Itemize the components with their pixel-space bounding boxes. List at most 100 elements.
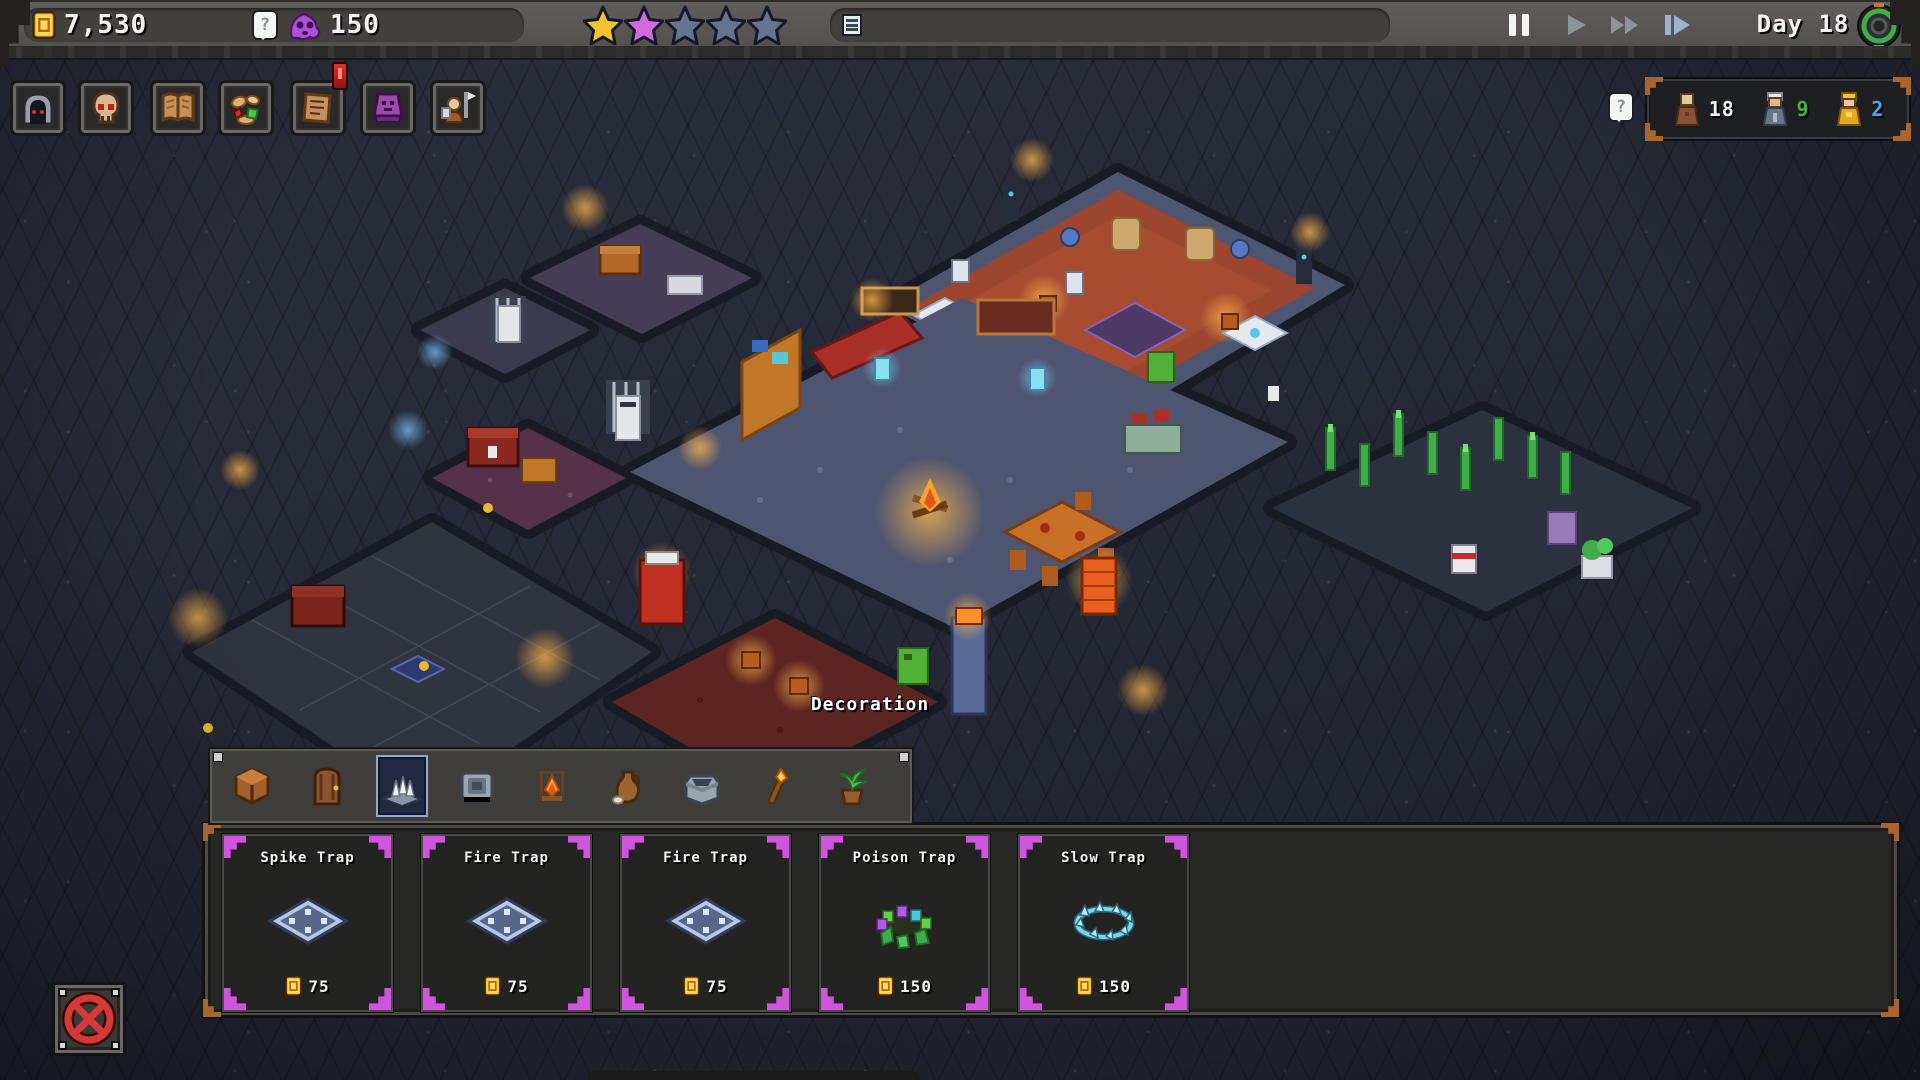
game-screen: Decoration 7,530 ? 150 Day 18 ? 18 9 2 S… bbox=[0, 0, 1920, 1080]
pause-icon bbox=[1509, 14, 1529, 36]
elder-grey-icon bbox=[1762, 92, 1787, 126]
build-menu-shelf: Spike Trap 75 Fire Trap 75 Fire Trap 75 bbox=[202, 822, 1900, 1018]
skip-icon bbox=[1665, 15, 1690, 35]
card-slow-trap[interactable]: Slow Trap 150 bbox=[1017, 833, 1190, 1013]
tab-campfires[interactable] bbox=[526, 755, 578, 817]
card-price: 75 bbox=[285, 976, 329, 996]
gold-resource: 7,530 bbox=[32, 8, 147, 42]
purple-altar-icon bbox=[372, 92, 404, 123]
gold-coin-icon bbox=[285, 976, 302, 996]
tab-furnaces[interactable] bbox=[676, 755, 728, 817]
notification-badge bbox=[332, 62, 348, 90]
skip-button[interactable] bbox=[1654, 6, 1700, 44]
tab-traps[interactable] bbox=[376, 755, 428, 817]
build-menu-tabs bbox=[208, 747, 914, 825]
question-bubble-icon: ? bbox=[252, 10, 278, 40]
gold-coin-icon bbox=[1076, 976, 1093, 996]
star-icon bbox=[747, 5, 787, 45]
panel-corner bbox=[1893, 123, 1911, 141]
slow-trap-icon bbox=[1073, 900, 1134, 942]
log-icon bbox=[842, 14, 862, 36]
elder-count: 9 bbox=[1796, 97, 1810, 121]
resource-pill: 7,530 ? 150 bbox=[24, 8, 524, 42]
tab-torches[interactable] bbox=[751, 755, 803, 817]
spike-trap-icon bbox=[266, 895, 350, 947]
gold-amount: 7,530 bbox=[64, 10, 148, 40]
hero-count: 2 bbox=[1871, 97, 1885, 121]
torch-icon bbox=[767, 767, 789, 805]
card-price: 150 bbox=[1076, 976, 1131, 996]
toolbar-dungeon-gate-button[interactable] bbox=[10, 80, 66, 136]
population-workers: 18 bbox=[1672, 92, 1735, 126]
panel-corner bbox=[1645, 123, 1663, 141]
gold-coin-icon bbox=[32, 11, 56, 39]
card-price: 150 bbox=[877, 976, 932, 996]
notice-scroll-icon bbox=[302, 92, 332, 124]
card-price: 75 bbox=[484, 976, 528, 996]
tab-doors[interactable] bbox=[301, 755, 353, 817]
card-fire-trap-2[interactable]: Fire Trap 75 bbox=[619, 833, 792, 1013]
toolbar-resources-button[interactable] bbox=[218, 80, 274, 136]
star-icon bbox=[583, 5, 623, 45]
plant-icon bbox=[839, 768, 869, 806]
panel-corner bbox=[1893, 77, 1911, 95]
dungeon-gate-icon bbox=[22, 92, 54, 126]
gold-coin-icon bbox=[683, 976, 700, 996]
hero-flag-icon bbox=[441, 92, 476, 123]
day-counter: Day 18 bbox=[1756, 10, 1850, 38]
message-log-bar[interactable] bbox=[830, 8, 1390, 42]
bottom-panel-edge bbox=[588, 1071, 920, 1080]
card-spike-trap[interactable]: Spike Trap 75 bbox=[221, 833, 394, 1013]
close-build-menu-button[interactable] bbox=[52, 982, 126, 1056]
card-title: Poison Trap bbox=[852, 850, 957, 866]
toolbar-research-button[interactable] bbox=[150, 80, 206, 136]
top-bar: 7,530 ? 150 Day 18 bbox=[0, 0, 1920, 60]
spike-trap-tab-icon bbox=[382, 775, 422, 806]
panel-corner bbox=[1881, 999, 1899, 1017]
gold-coin-icon bbox=[484, 976, 501, 996]
card-title: Fire Trap bbox=[663, 850, 748, 866]
cancel-icon bbox=[62, 992, 116, 1046]
card-poison-trap[interactable]: Poison Trap 150 bbox=[818, 833, 991, 1013]
furnace-icon bbox=[684, 774, 720, 806]
loot-pile-icon bbox=[231, 94, 260, 125]
card-fire-trap[interactable]: Fire Trap 75 bbox=[420, 833, 593, 1013]
gold-coin-icon bbox=[877, 976, 894, 996]
worker-brown-icon bbox=[1674, 93, 1699, 126]
star-icon bbox=[706, 5, 746, 45]
fast-forward-icon bbox=[1611, 16, 1638, 34]
population-panel: 18 9 2 bbox=[1645, 77, 1911, 141]
card-title: Fire Trap bbox=[464, 850, 549, 866]
crate-icon bbox=[234, 767, 270, 805]
pause-button[interactable] bbox=[1496, 6, 1542, 44]
fire-trap-icon bbox=[664, 895, 748, 947]
tab-plates[interactable] bbox=[451, 755, 503, 817]
skull-icon bbox=[92, 91, 120, 124]
panel-corner bbox=[203, 823, 221, 841]
toolbar-creatures-button[interactable] bbox=[78, 80, 134, 136]
dungeon-rating-stars bbox=[583, 5, 787, 45]
poison-trap-icon bbox=[875, 905, 932, 949]
panel-corner bbox=[1881, 823, 1899, 841]
mana-resource: ? 150 bbox=[252, 8, 380, 42]
hero-gold-icon bbox=[1837, 92, 1862, 126]
play-icon bbox=[1568, 15, 1586, 35]
door-icon bbox=[313, 767, 341, 806]
tab-pottery[interactable] bbox=[601, 755, 653, 817]
population-elders: 9 bbox=[1760, 92, 1810, 126]
toolbar-heroes-button[interactable] bbox=[430, 80, 486, 136]
tab-plants[interactable] bbox=[826, 755, 878, 817]
book-icon bbox=[161, 92, 195, 123]
card-title: Spike Trap bbox=[260, 850, 355, 866]
question-bubble-icon: ? bbox=[1608, 92, 1634, 122]
card-title: Slow Trap bbox=[1061, 850, 1146, 866]
fast-forward-button[interactable] bbox=[1602, 6, 1648, 44]
population-heroes: 2 bbox=[1834, 92, 1884, 126]
population-help-bubble[interactable]: ? bbox=[1608, 92, 1634, 122]
play-button[interactable] bbox=[1552, 6, 1598, 44]
tab-crates[interactable] bbox=[226, 755, 278, 817]
toolbar-rituals-button[interactable] bbox=[360, 80, 416, 136]
ghost-icon bbox=[289, 12, 321, 41]
worker-count: 18 bbox=[1708, 97, 1735, 121]
campfire-icon bbox=[540, 771, 564, 801]
